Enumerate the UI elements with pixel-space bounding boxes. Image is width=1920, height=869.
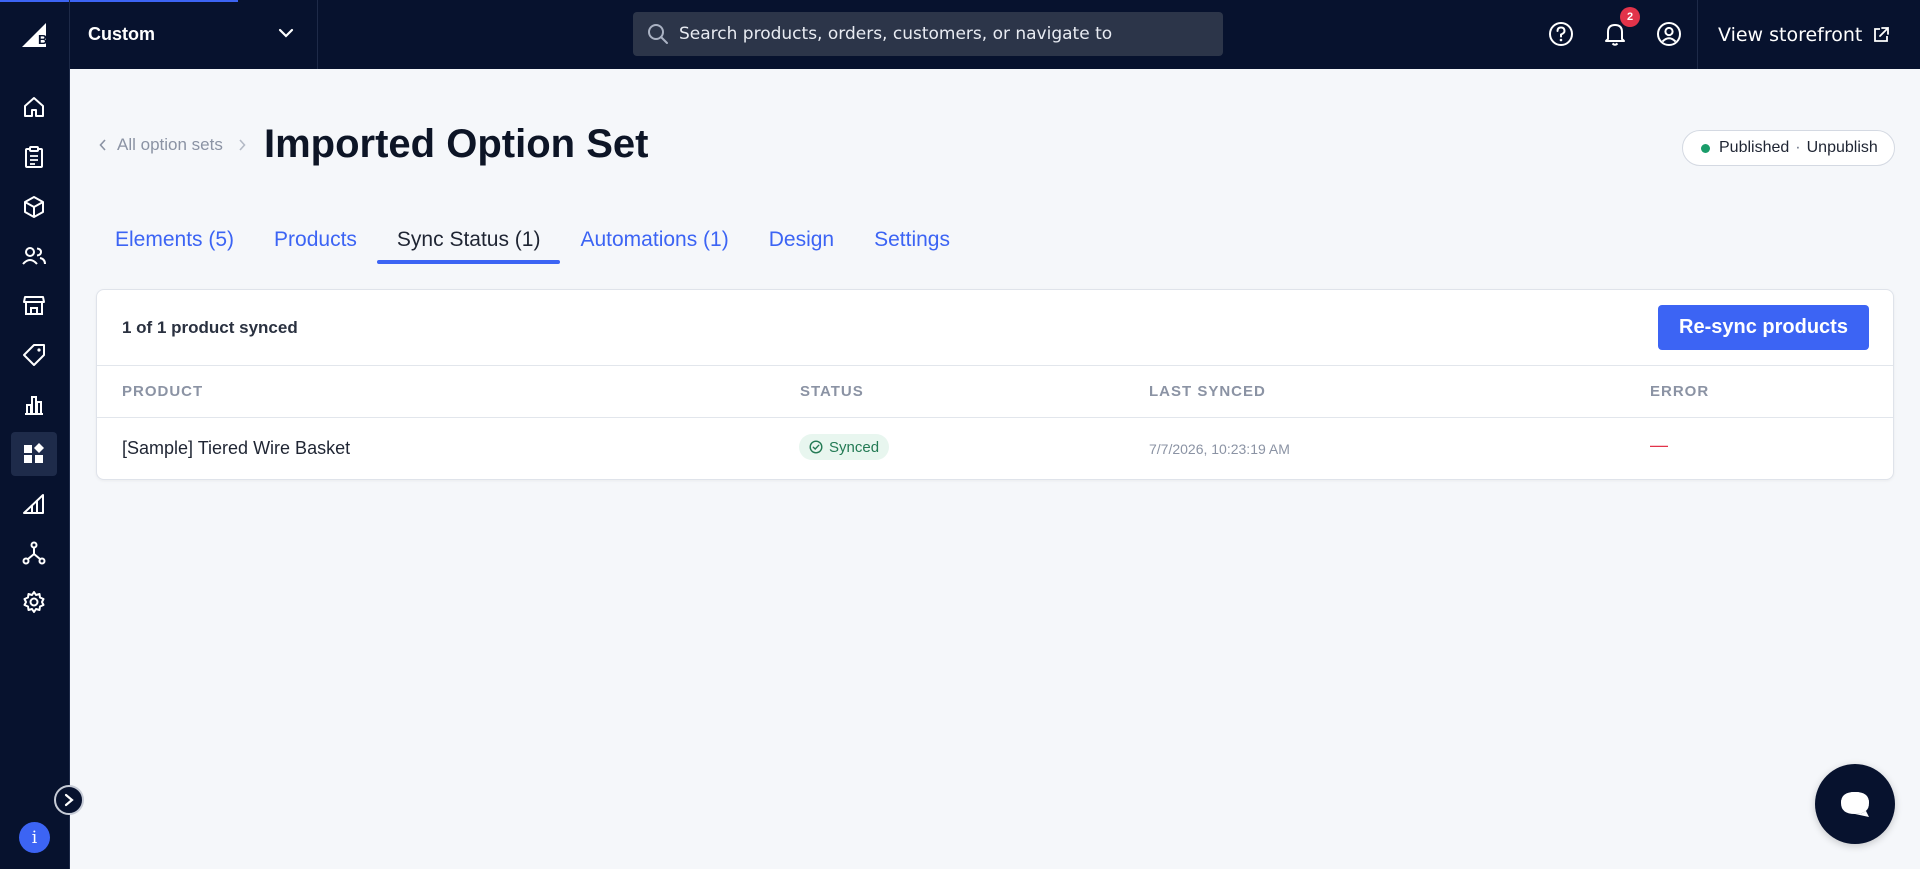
orders-icon — [25, 146, 43, 168]
tab-automations[interactable]: Automations (1) — [560, 220, 748, 264]
status-dot — [1701, 143, 1710, 153]
column-header-product: PRODUCT — [122, 383, 204, 400]
table-row-error: — — [1650, 435, 1668, 455]
breadcrumb-all-option-sets[interactable]: All option sets — [99, 135, 223, 155]
sidebar-item-storefront[interactable] — [11, 283, 57, 327]
unpublish-button[interactable]: Unpublish — [1807, 139, 1878, 157]
integrations-icon — [22, 541, 46, 565]
customers-icon — [22, 247, 46, 265]
page-title: Imported Option Set — [264, 122, 649, 166]
column-header-error: ERROR — [1650, 383, 1710, 400]
sync-status-card: 1 of 1 product synced Re-sync products P… — [96, 289, 1894, 480]
sidebar-item-customers[interactable] — [11, 234, 57, 278]
tab-bar: Elements (5) Products Sync Status (1) Au… — [95, 220, 970, 264]
chevron-right-icon — [64, 793, 74, 807]
sidebar-item-marketing[interactable] — [11, 333, 57, 377]
sidebar-item-home[interactable] — [11, 85, 57, 129]
breadcrumb-label: All option sets — [117, 135, 223, 154]
sidebar-nav — [0, 69, 70, 869]
products-icon — [24, 196, 44, 218]
external-link-icon — [1874, 26, 1890, 42]
analytics-icon — [25, 396, 43, 415]
check-circle-icon — [809, 440, 823, 454]
apps-icon — [24, 443, 44, 463]
global-search[interactable] — [633, 12, 1223, 56]
svg-text:B: B — [38, 32, 47, 47]
top-bar: B Custom 2 Vie — [0, 0, 1920, 69]
settings-icon — [23, 591, 45, 613]
sidebar-item-orders[interactable] — [11, 135, 57, 179]
table-row-last-synced: 7/7/2026, 10:23:19 AM — [1149, 441, 1290, 457]
resync-products-button[interactable]: Re-sync products — [1658, 305, 1869, 350]
help-icon — [1549, 22, 1573, 46]
table-row-product: [Sample] Tiered Wire Basket — [122, 438, 351, 458]
tab-products[interactable]: Products — [254, 220, 377, 264]
home-icon — [24, 97, 44, 117]
tab-settings[interactable]: Settings — [854, 220, 970, 264]
help-button[interactable] — [1547, 20, 1575, 48]
notification-badge: 2 — [1620, 7, 1640, 27]
status-badge-label: Synced — [829, 438, 880, 456]
card-header: 1 of 1 product synced Re-sync products — [97, 290, 1893, 366]
table-divider — [97, 417, 1893, 418]
info-icon: i — [31, 827, 38, 848]
logo-icon: B — [21, 22, 47, 47]
chat-bubble-icon — [1841, 792, 1869, 817]
tab-sync-status[interactable]: Sync Status (1) — [376, 220, 561, 264]
status-separator: · — [1795, 139, 1801, 156]
sync-summary: 1 of 1 product synced — [122, 318, 298, 337]
status-badge: Synced — [799, 434, 890, 460]
sidebar-item-analytics[interactable] — [11, 383, 57, 427]
marketing-icon — [23, 344, 45, 366]
sidebar-item-integrations[interactable] — [11, 531, 57, 575]
breadcrumb-separator-icon — [238, 138, 246, 157]
sidebar-expand-button[interactable] — [54, 785, 84, 815]
info-button[interactable]: i — [19, 822, 50, 853]
store-name: Custom — [88, 24, 155, 44]
publish-status-pill: Published · Unpublish — [1682, 130, 1895, 166]
storefront-icon — [23, 296, 45, 315]
column-header-status: STATUS — [800, 383, 864, 400]
search-icon — [648, 24, 668, 44]
sidebar-item-products[interactable] — [11, 185, 57, 229]
view-storefront-label: View storefront — [1718, 23, 1863, 46]
store-switcher[interactable]: Custom — [70, 0, 318, 69]
sidebar-item-apps[interactable] — [11, 432, 57, 476]
sidebar-item-settings[interactable] — [11, 580, 57, 624]
topbar-divider — [1697, 0, 1698, 69]
channels-icon — [23, 494, 44, 514]
user-icon — [1657, 22, 1681, 46]
search-input[interactable] — [679, 24, 1199, 44]
tab-design[interactable]: Design — [749, 220, 854, 264]
chevron-down-icon — [278, 28, 294, 38]
bigcommerce-logo[interactable]: B — [0, 0, 70, 69]
account-button[interactable] — [1655, 20, 1683, 48]
sidebar-item-channels[interactable] — [11, 482, 57, 526]
publish-status: Published — [1719, 139, 1790, 156]
chat-button[interactable] — [1815, 764, 1895, 844]
view-storefront-link[interactable]: View storefront — [1718, 0, 1890, 69]
column-header-last-synced: LAST SYNCED — [1149, 383, 1266, 400]
chevron-left-icon — [99, 139, 106, 151]
tab-elements[interactable]: Elements (5) — [95, 220, 254, 264]
